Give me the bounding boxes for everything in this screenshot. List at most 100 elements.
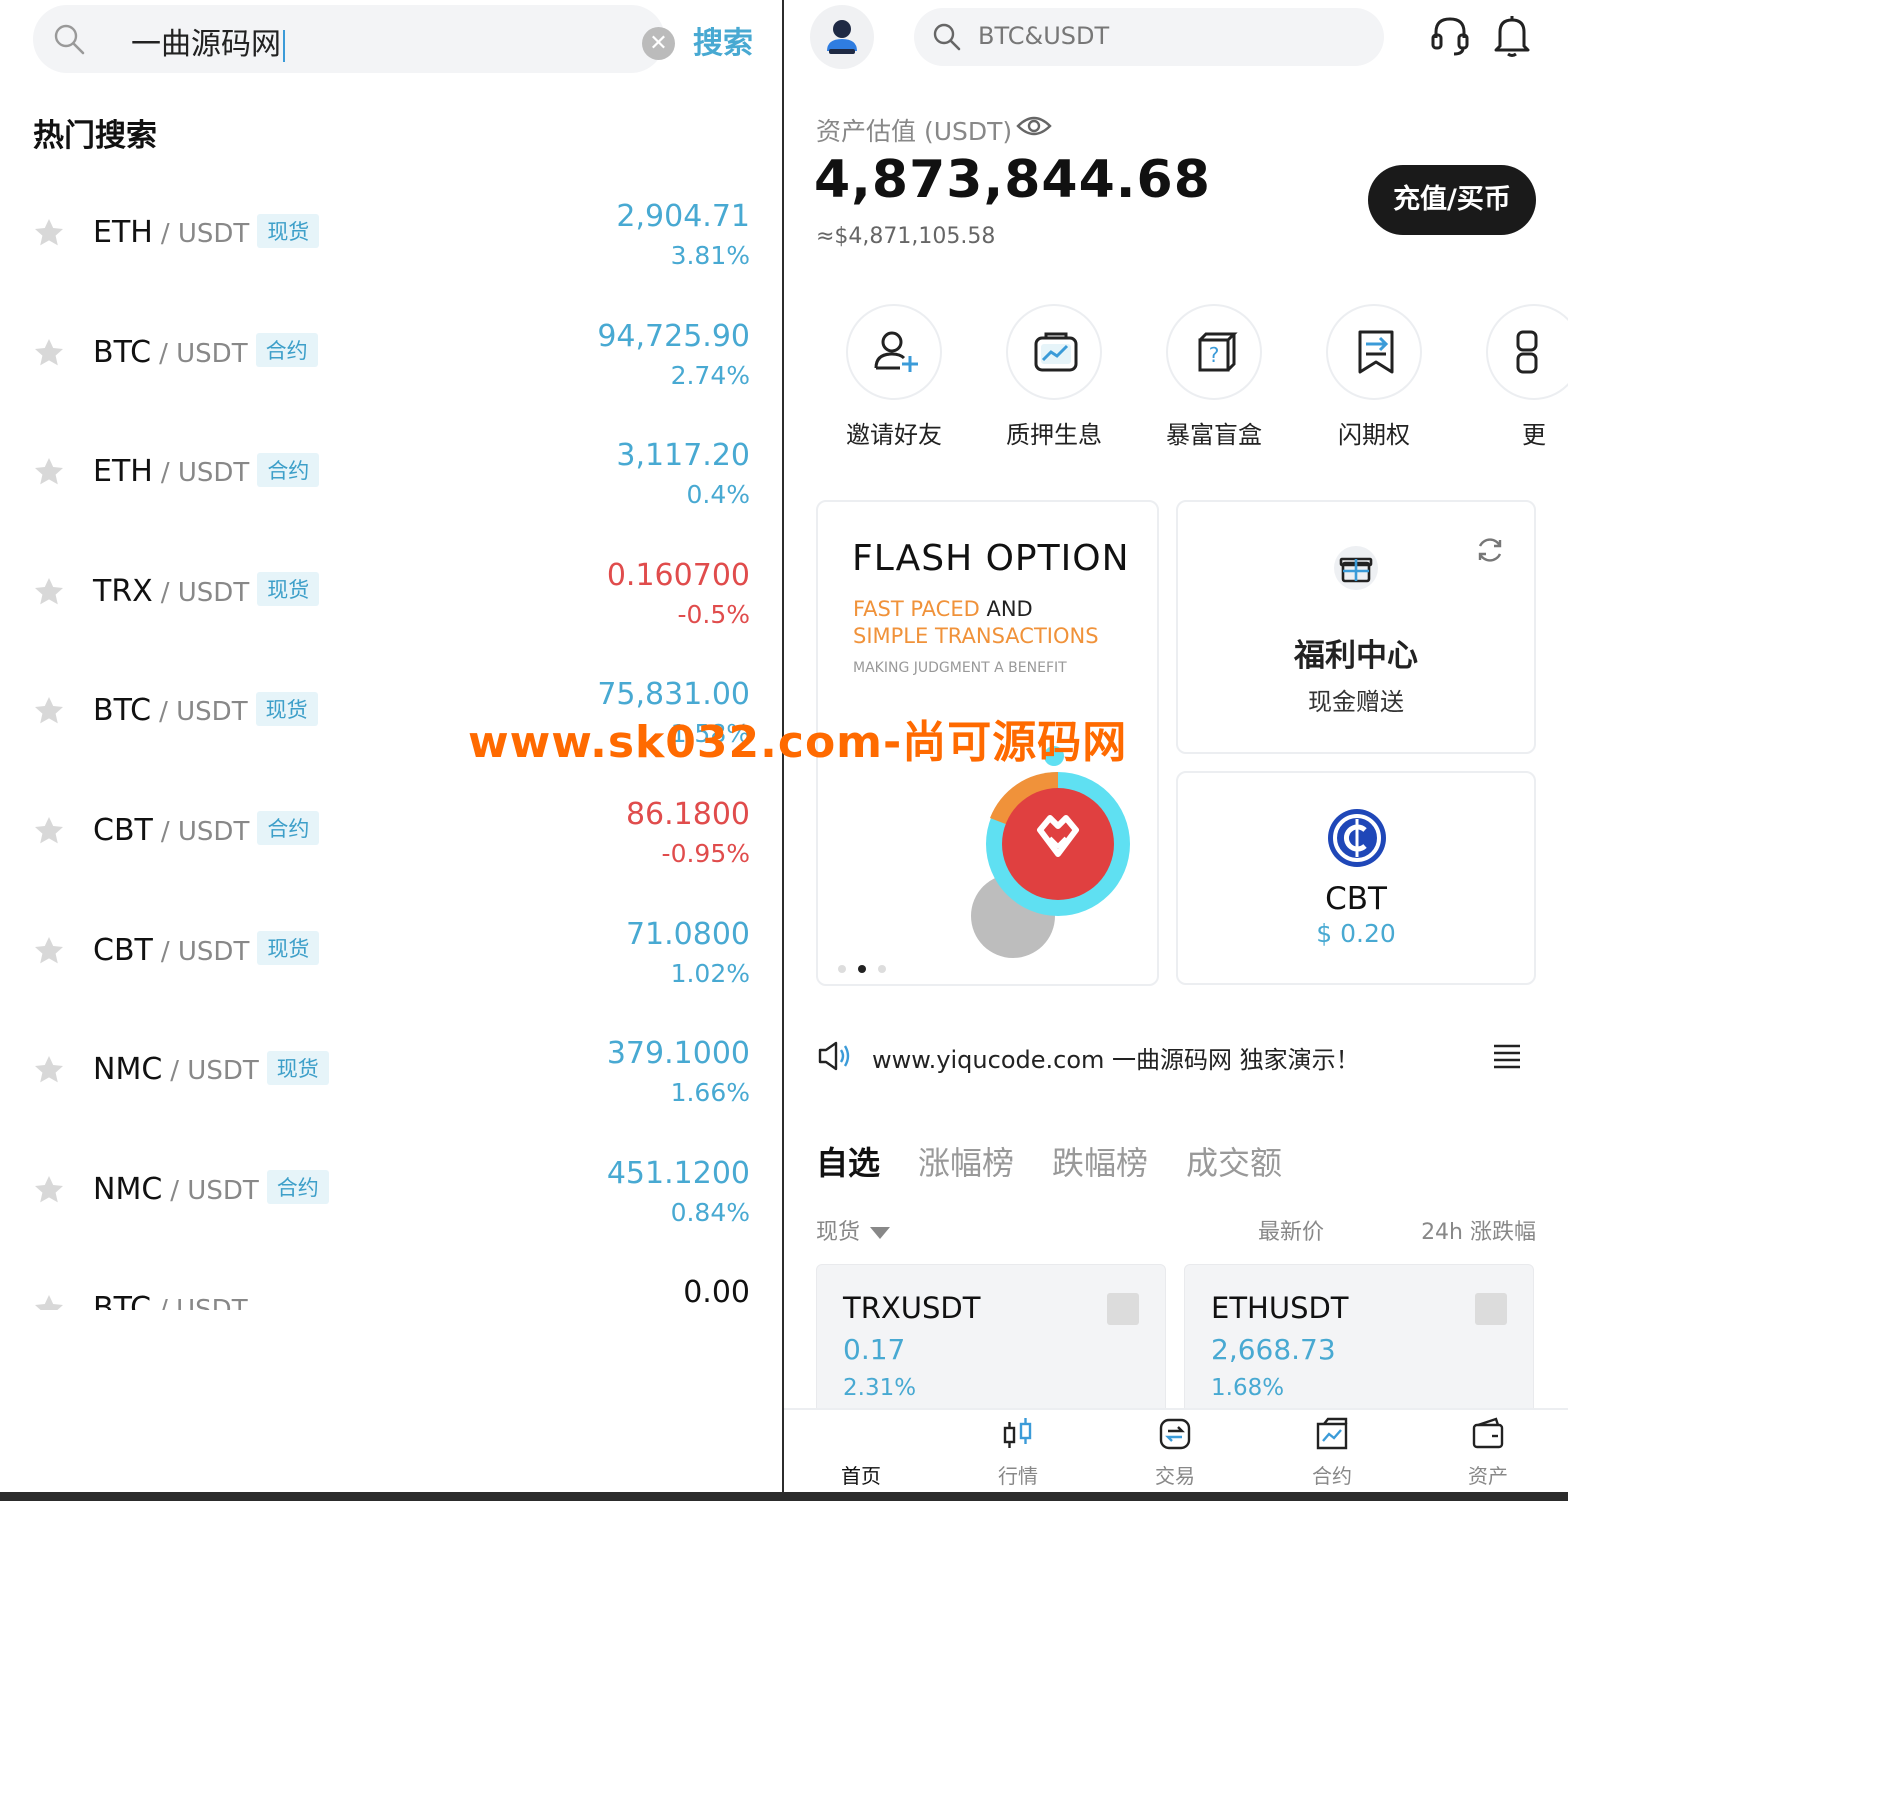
- deposit-button[interactable]: 充值/买币: [1368, 165, 1536, 235]
- star-icon[interactable]: [33, 1054, 65, 1086]
- carousel-dot[interactable]: [878, 965, 886, 973]
- pair-name: BTC / USDT 合约: [93, 333, 318, 371]
- pair-change: -0.95%: [661, 838, 750, 868]
- list-item[interactable]: NMC / USDT 合约 451.1200 0.84%: [0, 1132, 782, 1252]
- list-item[interactable]: ETH / USDT 合约 3,117.20 0.4%: [0, 414, 782, 534]
- welfare-center-card[interactable]: 福利中心 现金赠送: [1176, 500, 1536, 754]
- pair-name: ETH / USDT 现货: [93, 213, 320, 251]
- pair-price: 2,904.71: [616, 199, 750, 234]
- nav-contract[interactable]: 合约: [1287, 1416, 1377, 1489]
- pair-price: 0.00: [683, 1275, 750, 1310]
- market-search-placeholder: BTC&USDT: [978, 22, 1110, 50]
- star-icon[interactable]: [33, 935, 65, 967]
- latest-price-header: 最新价: [1258, 1220, 1325, 1245]
- pair-base: ETH: [93, 215, 153, 250]
- contract-chart-icon: [1316, 1417, 1348, 1450]
- star-icon[interactable]: [33, 217, 65, 249]
- favorite-checkbox[interactable]: [1475, 1293, 1507, 1325]
- tab-volume[interactable]: 成交额: [1186, 1138, 1282, 1184]
- search-input[interactable]: 一曲源码网 ✕: [33, 5, 675, 73]
- shortcut-invite-friends[interactable]: 邀请好友: [824, 304, 964, 450]
- list-item[interactable]: TRX / USDT 现货 0.160700 -0.5%: [0, 534, 782, 654]
- shortcut-mystery-box[interactable]: ? 暴富盲盒: [1144, 304, 1284, 450]
- pair-base: NMC: [93, 1171, 163, 1207]
- shortcut-more[interactable]: 更: [1464, 304, 1568, 450]
- pair-change: 1.02%: [670, 958, 750, 988]
- carousel-dot-active[interactable]: [858, 965, 866, 973]
- mystery-box-icon: ?: [1198, 332, 1238, 372]
- pair-change: 3.81%: [670, 241, 750, 270]
- avatar[interactable]: [810, 5, 874, 69]
- shortcut-label: 暴富盲盒: [1166, 421, 1262, 449]
- banner-caption: MAKING JUDGMENT A BENEFIT: [853, 660, 1067, 676]
- list-menu-icon[interactable]: [1492, 1042, 1522, 1070]
- pair-price: 94,725.90: [597, 318, 750, 354]
- pair-change: -0.5%: [677, 599, 750, 629]
- search-button[interactable]: 搜索: [693, 18, 753, 62]
- eye-icon[interactable]: [1016, 114, 1052, 138]
- star-icon[interactable]: [33, 576, 65, 608]
- banner-tagline-part: FAST PACED: [853, 597, 980, 621]
- nav-trade[interactable]: 交易: [1130, 1416, 1220, 1489]
- shortcut-icon-ring: [846, 304, 942, 400]
- nav-assets[interactable]: 资产: [1443, 1416, 1533, 1489]
- star-icon[interactable]: [33, 1293, 65, 1310]
- pair-base: CBT: [93, 932, 153, 968]
- welfare-title: 福利中心: [1294, 638, 1418, 674]
- list-item[interactable]: BTC / USDT 0.00: [0, 1251, 782, 1310]
- staking-chart-icon: [1034, 332, 1078, 372]
- pair-price: 86.1800: [625, 796, 750, 832]
- shortcut-staking[interactable]: 质押生息: [984, 304, 1124, 450]
- star-icon[interactable]: [33, 1174, 65, 1206]
- pair-quote: / USDT: [170, 1056, 259, 1087]
- featured-coin-card[interactable]: CBT $ 0.20: [1176, 771, 1536, 985]
- tab-losers[interactable]: 跌幅榜: [1052, 1138, 1148, 1184]
- list-item[interactable]: BTC / USDT 合约 94,725.90 2.74%: [0, 295, 782, 415]
- star-icon[interactable]: [33, 695, 65, 727]
- star-icon[interactable]: [33, 456, 65, 488]
- bell-icon[interactable]: [1492, 12, 1532, 58]
- star-icon[interactable]: [33, 815, 65, 847]
- watermark-text: www.sk032.com-尚可源码网: [468, 717, 1128, 768]
- shortcut-icon-ring: [1326, 304, 1422, 400]
- list-item[interactable]: ETH / USDT 现货 2,904.71 3.81%: [0, 175, 782, 295]
- notice-bar[interactable]: www.yiqucode.com 一曲源码网 独家演示！: [816, 1036, 1536, 1076]
- pair-type-badge: 现货: [266, 1050, 329, 1085]
- speaker-icon: [818, 1041, 850, 1071]
- tab-favorites[interactable]: 自选: [816, 1138, 880, 1184]
- market-card-symbol: TRXUSDT: [843, 1291, 981, 1325]
- nav-label: 首页: [841, 1464, 881, 1488]
- shortcut-flash-option[interactable]: 闪期权: [1304, 304, 1444, 450]
- list-item[interactable]: CBT / USDT 合约 86.1800 -0.95%: [0, 773, 782, 893]
- banner-tagline: FAST PACED AND SIMPLE TRANSACTIONS: [853, 596, 1099, 650]
- favorite-checkbox[interactable]: [1107, 1293, 1139, 1325]
- headset-icon[interactable]: [1430, 14, 1470, 58]
- market-search-input[interactable]: BTC&USDT: [914, 8, 1384, 66]
- shortcut-icon-ring: ?: [1166, 304, 1262, 400]
- star-icon[interactable]: [33, 337, 65, 369]
- text-caret: [283, 29, 285, 62]
- carousel-dot[interactable]: [838, 965, 846, 973]
- nav-market[interactable]: 行情: [973, 1416, 1063, 1489]
- pair-base: BTC: [93, 693, 152, 729]
- nav-home[interactable]: 首页: [816, 1416, 906, 1489]
- carousel-dots[interactable]: [838, 958, 898, 977]
- pair-quote: / USDT: [159, 697, 248, 728]
- pair-quote: / USDT: [160, 936, 250, 967]
- shortcut-label: 闪期权: [1338, 421, 1410, 449]
- list-item[interactable]: NMC / USDT 现货 379.1000 1.66%: [0, 1012, 782, 1132]
- search-input-value: 一曲源码网: [131, 19, 285, 63]
- shortcut-label: 质押生息: [1006, 421, 1102, 449]
- pair-quote: / USDT: [159, 1295, 247, 1310]
- list-item[interactable]: CBT / USDT 现货 71.0800 1.02%: [0, 893, 782, 1013]
- pair-quote: / USDT: [160, 816, 250, 847]
- chevron-down-icon: [870, 1227, 891, 1239]
- pair-price: 451.1200: [606, 1155, 750, 1191]
- refresh-icon[interactable]: [1474, 534, 1506, 566]
- pair-quote: / USDT: [160, 219, 250, 249]
- tab-gainers[interactable]: 涨幅榜: [918, 1138, 1014, 1184]
- banner-title: FLASH OPTION: [852, 538, 1130, 579]
- market-type-dropdown[interactable]: 现货: [816, 1214, 891, 1246]
- clear-search-button[interactable]: ✕: [642, 27, 675, 60]
- add-user-icon: [874, 331, 918, 372]
